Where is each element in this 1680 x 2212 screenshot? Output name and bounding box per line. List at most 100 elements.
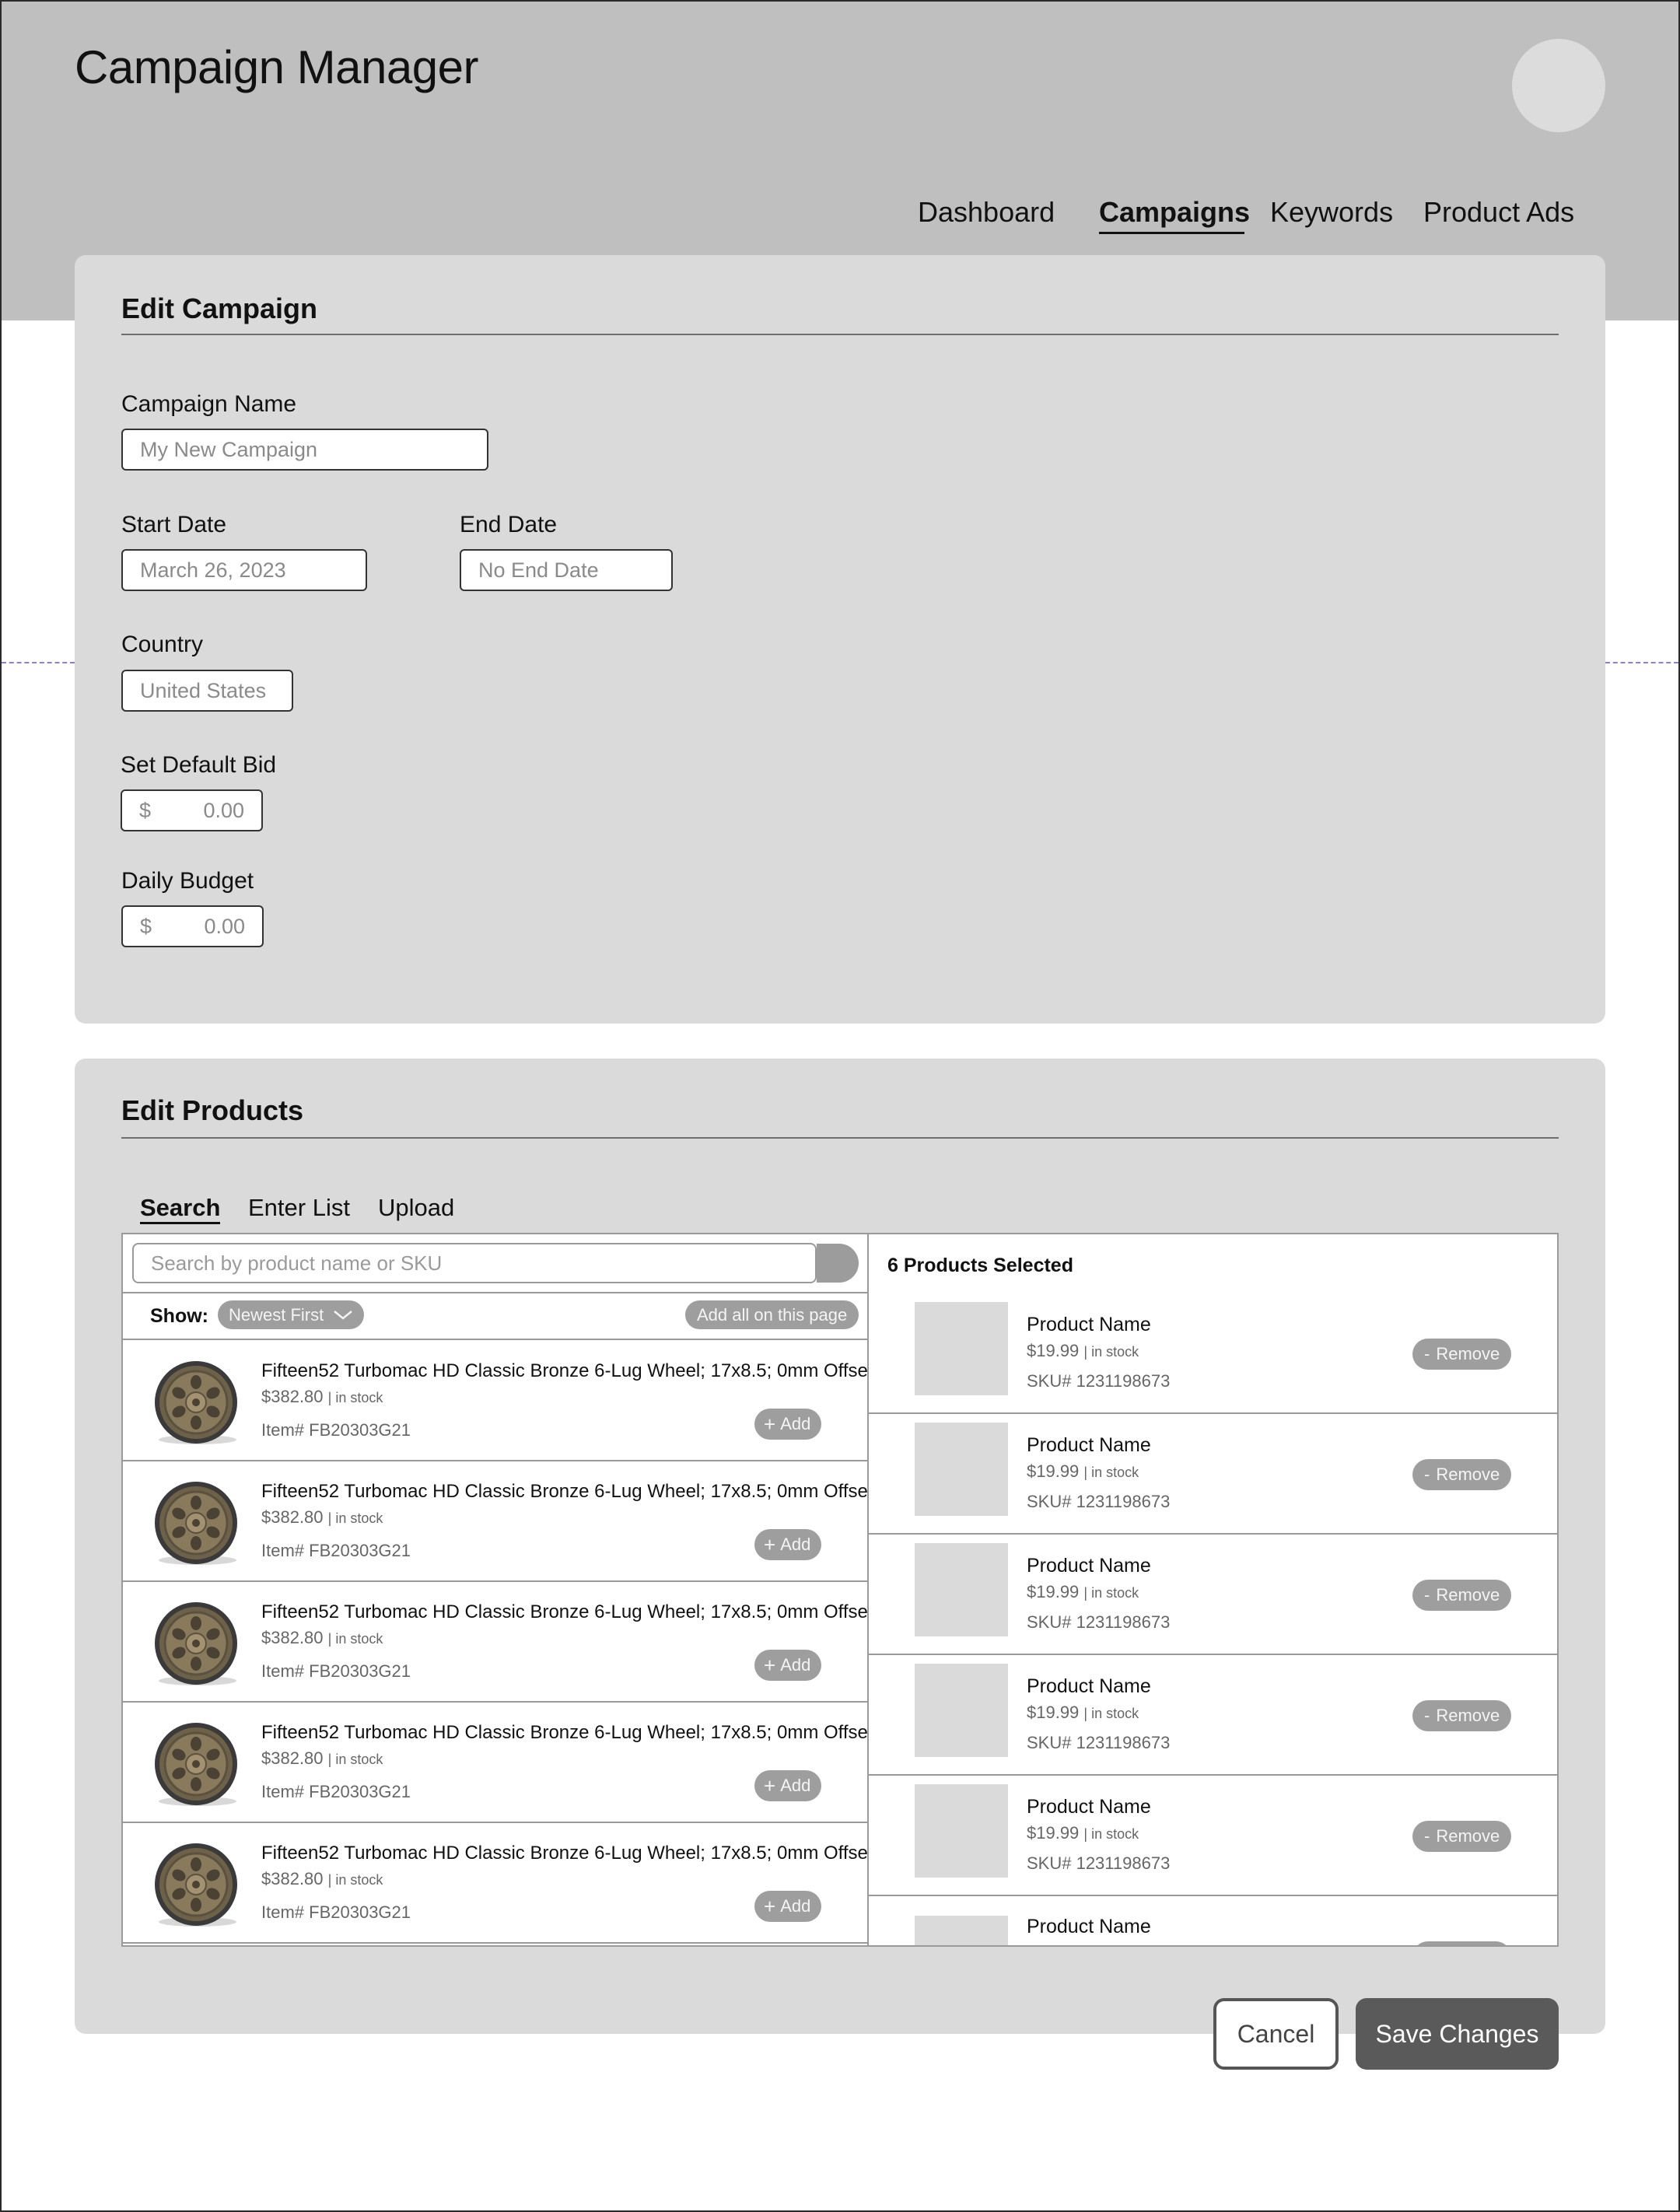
add-button[interactable]: + Add — [754, 1650, 822, 1681]
remove-label: Remove — [1436, 1706, 1500, 1725]
remove-label: Remove — [1436, 1826, 1500, 1846]
search-placeholder: Search by product name or SKU — [151, 1251, 443, 1275]
product-name: Product Name — [1027, 1314, 1151, 1335]
country-value: United States — [140, 678, 267, 702]
item-number: Item# FB20303G21 — [261, 1782, 411, 1801]
minus-icon: - — [1424, 1344, 1430, 1363]
save-changes-button[interactable]: Save Changes — [1356, 1998, 1559, 2070]
minus-icon: - — [1424, 1465, 1430, 1484]
remove-label: Remove — [1436, 1585, 1500, 1605]
tab-enter-list[interactable]: Enter List — [248, 1194, 350, 1222]
price-value: $382.80 — [261, 1748, 324, 1768]
daily-budget-value: 0.00 — [204, 914, 245, 938]
nav-product-ads[interactable]: Product Ads — [1423, 196, 1574, 229]
selected-products-pane: 6 Products Selected Product Name $19.99 … — [869, 1234, 1557, 1945]
price-value: $19.99 — [1027, 1582, 1080, 1601]
product-sku: SKU# 1231198673 — [1027, 1733, 1171, 1752]
add-label: Add — [780, 1896, 811, 1916]
currency-symbol: $ — [140, 914, 152, 938]
stock-separator: | — [327, 1510, 336, 1526]
end-date-label: End Date — [460, 512, 558, 537]
product-sku: SKU# 1231198673 — [1027, 1492, 1171, 1511]
product-price: $382.80 | in stock — [261, 1748, 383, 1769]
campaign-name-input[interactable]: My New Campaign — [121, 429, 488, 471]
remove-button[interactable]: -Remove — [1412, 1821, 1512, 1852]
stock-status: in stock — [1091, 1706, 1139, 1721]
remove-button[interactable]: -Remove — [1412, 1459, 1512, 1490]
stock-status: in stock — [335, 1752, 383, 1767]
add-all-button[interactable]: Add all on this page — [685, 1300, 859, 1329]
stock-status: in stock — [1091, 1585, 1139, 1601]
search-button[interactable] — [817, 1244, 859, 1283]
tab-active-underline — [140, 1222, 220, 1224]
start-date-value: March 26, 2023 — [140, 558, 286, 582]
product-name: Product Name — [1027, 1796, 1151, 1818]
product-search-input[interactable]: Search by product name or SKU — [132, 1243, 817, 1283]
product-name: Fifteen52 Turbomac HD Classic Bronze 6-L… — [261, 1722, 869, 1743]
nav-dashboard[interactable]: Dashboard — [918, 196, 1055, 229]
product-name: Fifteen52 Turbomac HD Classic Bronze 6-L… — [261, 1481, 869, 1502]
price-value: $19.99 — [1027, 1461, 1080, 1481]
app-title: Campaign Manager — [75, 41, 478, 93]
edit-campaign-card: Edit Campaign Campaign Name My New Campa… — [75, 255, 1605, 1024]
product-price: $382.80 | in stock — [261, 1869, 383, 1889]
remove-button[interactable]: -Remove — [1412, 1941, 1512, 1945]
remove-button[interactable]: -Remove — [1412, 1339, 1512, 1370]
product-name: Product Name — [1027, 1434, 1151, 1456]
item-number: Item# FB20303G21 — [261, 1661, 411, 1681]
currency-symbol: $ — [139, 798, 152, 822]
stock-separator: | — [1083, 1465, 1092, 1480]
minus-icon: - — [1424, 1585, 1430, 1605]
country-select[interactable]: United States — [121, 670, 293, 712]
add-button[interactable]: + Add — [754, 1891, 822, 1922]
stock-status: in stock — [1091, 1826, 1139, 1842]
item-number: Item# FB20303G21 — [261, 1420, 411, 1440]
nav-campaigns[interactable]: Campaigns — [1099, 196, 1250, 229]
product-price: $382.80 | in stock — [261, 1628, 383, 1648]
start-date-input[interactable]: March 26, 2023 — [121, 549, 367, 591]
products-panel: Search by product name or SKU Show: Newe… — [121, 1233, 1559, 1947]
product-thumbnail — [915, 1664, 1008, 1757]
default-bid-input[interactable]: $ 0.00 — [121, 789, 263, 831]
product-thumbnail — [151, 1720, 241, 1808]
avatar[interactable] — [1512, 39, 1605, 132]
add-button[interactable]: + Add — [754, 1409, 822, 1440]
daily-budget-input[interactable]: $ 0.00 — [121, 905, 264, 947]
selected-row: Product Name $19.99 | in stock SKU# 1231… — [869, 1534, 1557, 1655]
stock-separator: | — [1083, 1706, 1092, 1721]
nav-keywords[interactable]: Keywords — [1270, 196, 1393, 229]
stock-status: in stock — [335, 1510, 383, 1526]
result-row: Fifteen52 Turbomac HD Classic Bronze 6-L… — [123, 1822, 867, 1944]
stock-status: in stock — [1091, 1344, 1139, 1360]
product-thumbnail — [151, 1479, 241, 1566]
price-value: $19.99 — [1027, 1703, 1080, 1722]
product-name: Fifteen52 Turbomac HD Classic Bronze 6-L… — [261, 1601, 869, 1622]
tab-upload[interactable]: Upload — [378, 1194, 454, 1222]
result-row: Fifteen52 Turbomac HD Classic Bronze 6-L… — [123, 1340, 867, 1461]
add-button[interactable]: + Add — [754, 1770, 822, 1801]
add-label: Add — [780, 1776, 811, 1795]
cancel-button[interactable]: Cancel — [1213, 1998, 1339, 2070]
stock-separator: | — [327, 1872, 336, 1888]
divider — [121, 1137, 1559, 1139]
plus-icon: + — [764, 1773, 776, 1797]
remove-label: Remove — [1436, 1465, 1500, 1484]
divider — [121, 334, 1559, 335]
selected-row: Product Name $19.99 | in stock SKU# 1231… — [869, 1413, 1557, 1535]
tab-search[interactable]: Search — [140, 1194, 220, 1222]
result-row: Fifteen52 Turbomac HD Classic Bronze 6-L… — [123, 1702, 867, 1823]
result-row: Fifteen52 Turbomac HD Classic Bronze 6-L… — [123, 1461, 867, 1582]
end-date-input[interactable]: No End Date — [460, 549, 673, 591]
product-price: $382.80 | in stock — [261, 1387, 383, 1407]
campaign-name-label: Campaign Name — [121, 391, 297, 417]
product-thumbnail — [915, 1784, 1008, 1878]
add-button[interactable]: + Add — [754, 1529, 822, 1560]
remove-button[interactable]: -Remove — [1412, 1700, 1512, 1731]
stock-status: in stock — [335, 1390, 383, 1405]
remove-button[interactable]: -Remove — [1412, 1580, 1512, 1611]
sort-dropdown[interactable]: Newest First — [218, 1300, 365, 1329]
product-name: Fifteen52 Turbomac HD Classic Bronze 6-L… — [261, 1843, 869, 1864]
product-name: Product Name — [1027, 1555, 1151, 1577]
nav-active-underline — [1099, 232, 1244, 234]
product-thumbnail — [915, 1916, 1008, 1945]
